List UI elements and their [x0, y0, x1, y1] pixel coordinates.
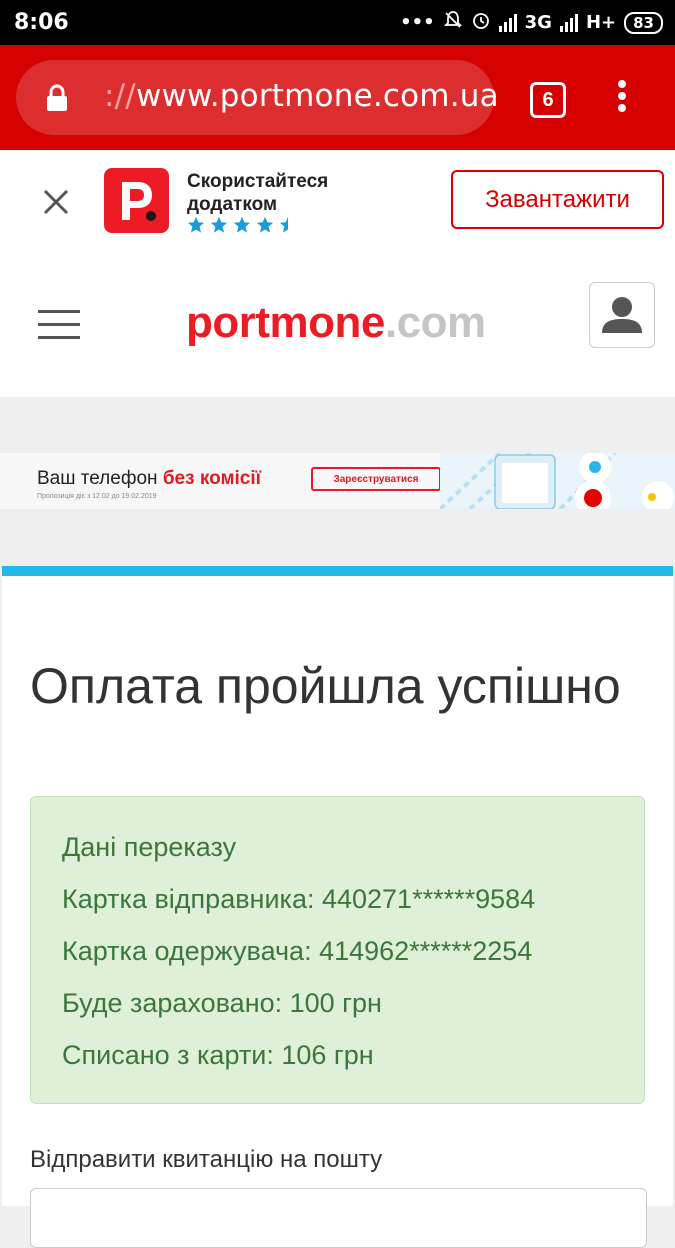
app-banner-title: Скористайтеся додатком: [187, 170, 328, 216]
app-install-banner: Скористайтеся додатком Завантажити: [0, 150, 675, 250]
promo-headline: Ваш телефон без комісії: [37, 468, 261, 490]
half-star-icon: [279, 216, 288, 233]
promo-banner[interactable]: Ваш телефон без комісії Пропозиція діє з…: [0, 453, 675, 509]
browser-toolbar: ://www.portmone.com.ua 6: [0, 45, 675, 150]
star-icon: [233, 216, 251, 233]
download-app-button[interactable]: Завантажити: [451, 170, 664, 229]
app-icon: [104, 168, 169, 233]
send-receipt-label: Відправити квитанцію на пошту: [30, 1146, 383, 1173]
account-button[interactable]: [589, 282, 655, 348]
network-type-1: 3G: [524, 12, 552, 33]
status-bar: 8:06 ••• 3G H+ 83: [0, 0, 675, 45]
alarm-icon: [471, 10, 491, 35]
page-title: Оплата пройшла успішно: [30, 658, 621, 714]
sender-card: Картка відправника: 440271******9584: [62, 884, 536, 914]
payment-result-card: Оплата пройшла успішно Дані переказу Кар…: [2, 566, 673, 1248]
star-icon: [187, 216, 205, 233]
address-bar[interactable]: ://www.portmone.com.ua: [16, 60, 499, 135]
transfer-details-box: Дані переказу Картка відправника: 440271…: [30, 796, 645, 1104]
site-header: portmone.com: [0, 250, 675, 397]
promo-register-button[interactable]: Зареєструватися: [311, 467, 441, 491]
promo-illustration: [440, 453, 675, 509]
app-banner-title-line1: Скористайтеся: [187, 171, 329, 192]
battery-icon: 83: [624, 11, 663, 34]
url-host: www.portmone.com.ua: [135, 78, 499, 114]
star-icon: [256, 216, 274, 233]
lock-icon[interactable]: [46, 84, 68, 117]
signal-icon-2: [559, 13, 578, 32]
mute-bell-icon: [443, 10, 463, 35]
email-input[interactable]: [30, 1188, 647, 1248]
signal-icon: [498, 13, 517, 32]
url-text[interactable]: ://www.portmone.com.ua: [104, 78, 499, 114]
app-banner-title-line2: додатком: [187, 194, 278, 215]
browser-menu-icon[interactable]: [612, 80, 632, 116]
promo-note: Пропозиція діє з 12.02 до 19.02.2019: [37, 493, 157, 500]
promo-headline-text: Ваш телефон: [37, 468, 158, 489]
portmone-logo[interactable]: portmone.com: [186, 298, 486, 348]
details-heading: Дані переказу: [62, 832, 237, 862]
promo-headline-accent: без комісії: [162, 468, 261, 489]
status-time: 8:06: [14, 10, 69, 35]
logo-suffix: .com: [384, 298, 486, 347]
star-icon: [210, 216, 228, 233]
url-prefix: ://: [104, 78, 136, 114]
user-icon: [602, 297, 642, 333]
close-icon[interactable]: [40, 186, 72, 218]
recipient-card: Картка одержувача: 414962******2254: [62, 936, 533, 966]
tabs-button[interactable]: 6: [530, 82, 566, 118]
status-icons: ••• 3G H+ 83: [400, 10, 663, 35]
rating-stars: [187, 216, 297, 234]
hamburger-menu-icon[interactable]: [38, 310, 80, 340]
logo-main: portmone: [186, 298, 385, 347]
debited-amount: Списано з карти: 106 грн: [62, 1040, 374, 1070]
credited-amount: Буде зараховано: 100 грн: [62, 988, 382, 1018]
more-notifications-icon: •••: [400, 12, 435, 33]
network-type-2: H+: [585, 12, 617, 33]
